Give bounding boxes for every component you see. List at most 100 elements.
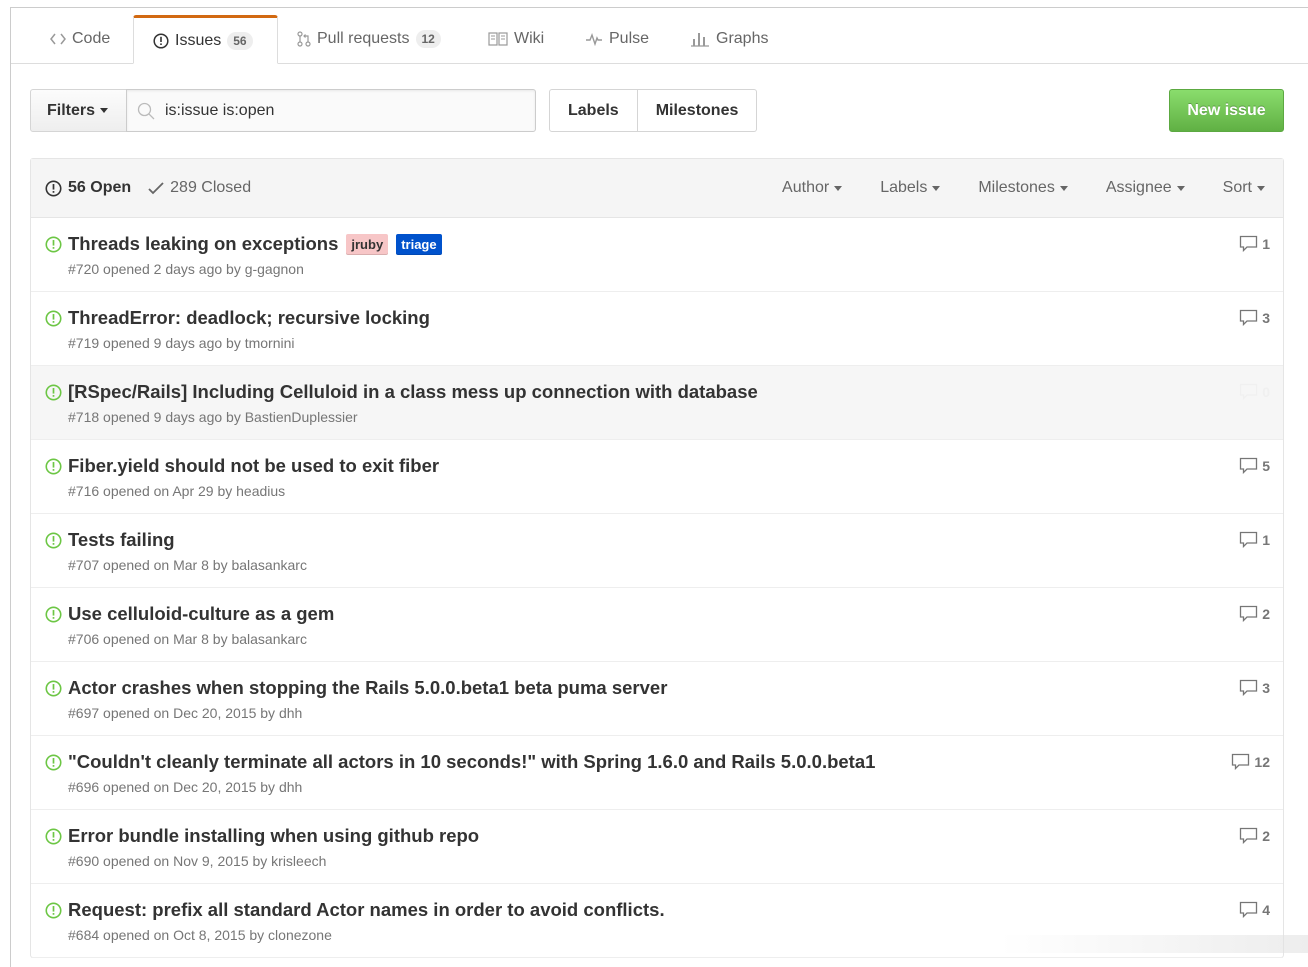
comment-count: 4	[1262, 901, 1270, 918]
milestones-button[interactable]: Milestones	[637, 89, 758, 132]
tab-pulse[interactable]: Pulse	[585, 15, 649, 63]
comment-count: 5	[1262, 457, 1270, 474]
sort-menu[interactable]: Sort	[1223, 179, 1265, 197]
closed-issues-link[interactable]: 289 Closed	[148, 179, 251, 197]
issue-title-link[interactable]: Actor crashes when stopping the Rails 5.…	[68, 677, 667, 699]
issue-title-wrap: Threads leaking on exceptions jruby triage	[68, 233, 442, 255]
issue-row[interactable]: Use celluloid-culture as a gem #706 opene…	[31, 588, 1283, 662]
issue-meta: #696 opened on Dec 20, 2015 by dhh	[68, 779, 303, 795]
issue-title-link[interactable]: Fiber.yield should not be used to exit f…	[68, 455, 439, 477]
closed-count-label: 289 Closed	[170, 179, 252, 196]
issue-row[interactable]: "Couldn't cleanly terminate all actors i…	[31, 736, 1283, 810]
issue-open-icon	[45, 828, 62, 850]
issue-meta: #720 opened 2 days ago by g-gagnon	[68, 261, 304, 277]
comment-count: 3	[1262, 679, 1270, 696]
issue-comments-link[interactable]: 0	[1239, 383, 1270, 400]
issue-title-link[interactable]: [RSpec/Rails] Including Celluloid in a c…	[68, 381, 758, 403]
tab-pull-requests[interactable]: Pull requests 12	[297, 15, 441, 63]
issue-filter-menus: Author Labels Milestones Assignee Sort	[744, 159, 1265, 217]
issue-title-link[interactable]: Threads leaking on exceptions	[68, 233, 338, 255]
issue-open-icon	[45, 532, 62, 554]
repo-tabnav: Code Issues 56 Pull requests 12 Wiki Pul…	[11, 15, 1308, 64]
issues-counter: 56	[227, 31, 253, 50]
comment-count: 2	[1262, 827, 1270, 844]
issue-row[interactable]: Error bundle installing when using githu…	[31, 810, 1283, 884]
issue-title-link[interactable]: Tests failing	[68, 529, 175, 551]
issue-open-icon	[45, 680, 62, 702]
comment-icon	[1239, 605, 1258, 622]
issue-open-icon	[45, 458, 62, 480]
tab-graphs[interactable]: Graphs	[690, 15, 768, 63]
issue-title-wrap: Use celluloid-culture as a gem	[68, 603, 334, 625]
issue-comments-link[interactable]: 1	[1239, 531, 1270, 548]
tab-wiki-label: Wiki	[514, 30, 545, 47]
labels-filter-menu[interactable]: Labels	[880, 179, 941, 197]
issues-list: 56 Open 289 Closed Author Labels Milesto…	[30, 158, 1284, 958]
assignee-filter-menu[interactable]: Assignee	[1106, 179, 1185, 197]
issue-row[interactable]: Tests failing #707 opened on Mar 8 by bal…	[31, 514, 1283, 588]
issue-row[interactable]: [RSpec/Rails] Including Celluloid in a c…	[31, 366, 1283, 440]
issue-open-icon	[45, 606, 62, 628]
author-filter-menu[interactable]: Author	[782, 179, 843, 197]
issue-title-link[interactable]: ThreadError: deadlock; recursive locking	[68, 307, 430, 329]
issue-label-triage[interactable]: triage	[396, 233, 442, 255]
issue-open-icon	[45, 902, 62, 924]
issue-row[interactable]: ThreadError: deadlock; recursive locking…	[31, 292, 1283, 366]
tab-code[interactable]: Code	[50, 15, 110, 63]
issue-row[interactable]: Actor crashes when stopping the Rails 5.…	[31, 662, 1283, 736]
comment-icon	[1239, 457, 1258, 474]
comment-count: 0	[1262, 383, 1270, 400]
comment-icon	[1239, 827, 1258, 844]
tab-wiki[interactable]: Wiki	[488, 15, 544, 63]
issue-title-link[interactable]: "Couldn't cleanly terminate all actors i…	[68, 751, 875, 773]
issue-comments-link[interactable]: 1	[1239, 235, 1270, 252]
labels-button[interactable]: Labels	[549, 89, 638, 132]
issue-title-link[interactable]: Error bundle installing when using githu…	[68, 825, 479, 847]
issue-comments-link[interactable]: 3	[1239, 309, 1270, 326]
caret-down-icon	[1059, 185, 1068, 191]
issue-meta: #716 opened on Apr 29 by headius	[68, 483, 286, 499]
comment-count: 1	[1262, 235, 1270, 252]
issue-row[interactable]: Threads leaking on exceptions jruby triage…	[31, 218, 1283, 292]
open-count-label: 56 Open	[68, 179, 132, 196]
issue-comments-link[interactable]: 2	[1239, 605, 1270, 622]
issues-list-header: 56 Open 289 Closed Author Labels Milesto…	[31, 159, 1283, 218]
issue-meta: #718 opened 9 days ago by BastienDupless…	[68, 409, 358, 425]
milestones-filter-menu[interactable]: Milestones	[978, 179, 1068, 197]
issue-title-wrap: Error bundle installing when using githu…	[68, 825, 479, 847]
pull-requests-counter: 12	[415, 30, 441, 48]
issue-meta: #706 opened on Mar 8 by balasankarc	[68, 631, 307, 647]
issue-comments-link[interactable]: 12	[1231, 753, 1270, 770]
new-issue-button[interactable]: New issue	[1169, 89, 1284, 132]
comment-count: 3	[1262, 309, 1270, 326]
caret-down-icon	[100, 108, 109, 113]
issue-title-link[interactable]: Request: prefix all standard Actor names…	[68, 899, 665, 921]
issue-rows: Threads leaking on exceptions jruby triage…	[31, 218, 1283, 958]
book-icon	[488, 32, 508, 46]
comment-icon	[1239, 235, 1258, 252]
author-filter-label: Author	[782, 179, 830, 196]
sort-label: Sort	[1222, 179, 1252, 196]
tab-code-label: Code	[72, 30, 111, 47]
pulse-icon	[585, 32, 603, 46]
comment-icon	[1239, 531, 1258, 548]
issue-title-wrap: "Couldn't cleanly terminate all actors i…	[68, 751, 875, 773]
issue-label-jruby[interactable]: jruby	[346, 233, 389, 255]
tab-issues[interactable]: Issues 56	[133, 15, 278, 64]
open-issues-link[interactable]: 56 Open	[45, 179, 131, 197]
filters-dropdown[interactable]: Filters	[30, 89, 127, 132]
issue-comments-link[interactable]: 4	[1239, 901, 1270, 918]
issue-opened-icon	[45, 179, 62, 197]
search-input[interactable]	[163, 100, 507, 121]
filters-label: Filters	[47, 101, 96, 119]
comment-icon	[1239, 309, 1258, 326]
issue-opened-icon	[153, 32, 169, 49]
issue-comments-link[interactable]: 3	[1239, 679, 1270, 696]
issue-comments-link[interactable]: 2	[1239, 827, 1270, 844]
issue-comments-link[interactable]: 5	[1239, 457, 1270, 474]
issue-meta: #690 opened on Nov 9, 2015 by krisleech	[68, 853, 327, 869]
issue-title-link[interactable]: Use celluloid-culture as a gem	[68, 603, 334, 625]
issue-row[interactable]: Fiber.yield should not be used to exit f…	[31, 440, 1283, 514]
issue-title-wrap: Request: prefix all standard Actor names…	[68, 899, 665, 921]
search-icon	[137, 102, 155, 120]
